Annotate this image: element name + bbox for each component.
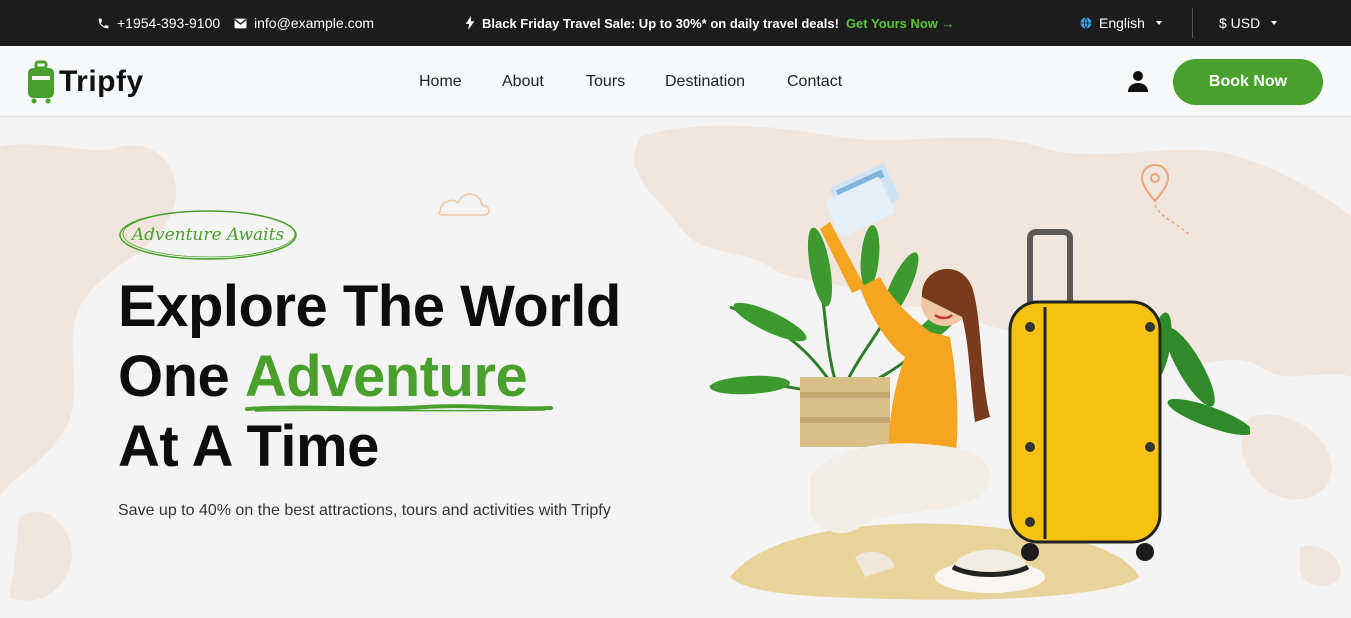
user-icon[interactable] <box>1128 70 1148 92</box>
headline-line-1: Explore The World <box>118 274 621 339</box>
language-label: English <box>1099 15 1145 31</box>
highlight-word: Adventure <box>244 344 528 409</box>
brand-name: Tripfy <box>59 65 144 98</box>
nav-item-contact[interactable]: Contact <box>787 73 842 91</box>
promo-cta-link[interactable]: Get Yours Now → <box>846 16 955 31</box>
main-navbar: Tripfy Home About Tours Destination Cont… <box>0 46 1351 117</box>
globe-icon <box>1080 17 1092 29</box>
brand-logo[interactable]: Tripfy <box>27 60 144 104</box>
mail-icon <box>234 18 247 28</box>
bolt-icon <box>465 16 475 30</box>
hero-subtext: Save up to 40% on the best attractions, … <box>118 502 611 519</box>
promo-banner: Black Friday Travel Sale: Up to 30%* on … <box>465 0 955 46</box>
phone-icon <box>98 18 109 28</box>
headline-line-2-prefix: One <box>118 344 245 409</box>
headline-line-3: At A Time <box>118 414 379 479</box>
luggage-logo-icon <box>28 60 54 104</box>
phone-contact[interactable]: +1954-393-9100 <box>97 0 220 46</box>
topbar-divider <box>1192 8 1193 38</box>
adventure-badge: Adventure Awaits <box>118 208 298 262</box>
nav-item-home[interactable]: Home <box>419 73 462 91</box>
chevron-down-icon <box>1271 21 1278 25</box>
nav-item-tours[interactable]: Tours <box>586 73 625 91</box>
language-selector[interactable]: English <box>1080 0 1162 46</box>
hero-headline: Explore The World One Adventure At A Tim… <box>118 272 621 482</box>
brush-underline <box>244 404 553 412</box>
chevron-down-icon <box>1155 21 1162 25</box>
promo-text: Black Friday Travel Sale: Up to 30%* on … <box>482 15 839 31</box>
headline-highlight: Adventure <box>244 342 553 412</box>
email-address: info@example.com <box>254 15 375 31</box>
book-now-button[interactable]: Book Now <box>1173 59 1323 105</box>
email-contact[interactable]: info@example.com <box>234 0 374 46</box>
nav-item-about[interactable]: About <box>502 73 544 91</box>
cloud-icon <box>438 193 490 216</box>
currency-selector[interactable]: $ USD <box>1219 0 1278 46</box>
headline-line-2: One Adventure <box>118 342 621 412</box>
badge-text: Adventure Awaits <box>131 225 285 245</box>
phone-number: +1954-393-9100 <box>117 15 221 31</box>
top-bar: +1954-393-9100 info@example.com Black Fr… <box>0 0 1351 46</box>
nav-item-destination[interactable]: Destination <box>665 73 745 91</box>
currency-label: $ USD <box>1219 15 1261 31</box>
hero-section: Adventure Awaits Explore The World One A… <box>0 117 1351 618</box>
traveler-illustration <box>709 163 1250 600</box>
